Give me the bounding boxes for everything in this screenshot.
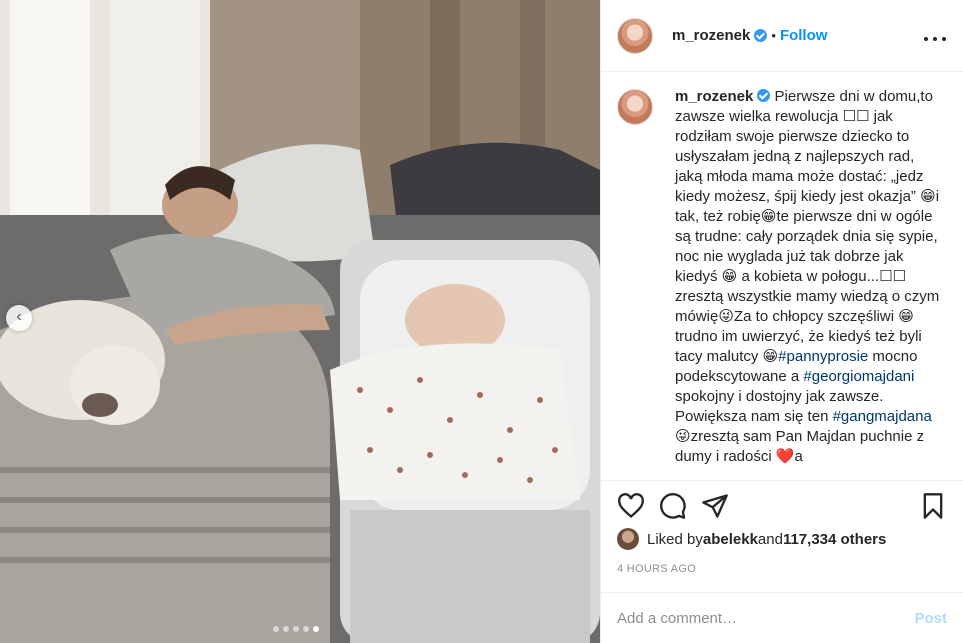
carousel-dot-active — [313, 626, 319, 632]
post-comment-button[interactable]: Post — [914, 610, 947, 627]
post-timestamp[interactable]: 4 HOURS AGO — [617, 563, 696, 575]
avatar[interactable] — [617, 17, 653, 54]
avatar[interactable] — [617, 89, 653, 125]
chevron-left-icon: ‹ — [16, 308, 22, 325]
comment-input[interactable] — [617, 609, 915, 627]
caption-scroll-area[interactable]: m_rozenek Pierwsze dni w domu,to zawsze … — [601, 73, 963, 480]
more-options-icon[interactable] — [923, 26, 947, 46]
verified-badge-icon — [754, 29, 768, 42]
carousel-dot — [293, 626, 299, 632]
post-header: m_rozenek • Follow — [601, 0, 963, 72]
hashtag-link[interactable]: #gangmajdana — [833, 408, 932, 425]
hashtag-link[interactable]: #georgiomajdani — [803, 368, 914, 385]
caption-body: Pierwsze dni w domu,to zawsze wielka rew… — [675, 88, 940, 365]
comment-icon[interactable] — [659, 492, 687, 520]
comment-form: Post — [601, 592, 963, 643]
follow-button[interactable]: Follow — [780, 27, 828, 44]
likes-prefix: Liked by — [647, 530, 703, 548]
carousel-dots — [273, 626, 319, 632]
bookmark-icon[interactable] — [919, 492, 947, 520]
carousel-dot — [273, 626, 279, 632]
likes-count-link[interactable]: 117,334 others — [783, 531, 886, 548]
carousel-prev-button[interactable]: ‹ — [6, 305, 32, 331]
verified-badge-icon — [757, 89, 771, 102]
post-side-panel: m_rozenek • Follow m_rozenek Pierwsze dn… — [600, 0, 963, 643]
liker-username-link[interactable]: abelekk — [703, 531, 758, 548]
hashtag-link[interactable]: #pannyprosie — [778, 348, 868, 365]
liker-avatar[interactable] — [617, 528, 639, 550]
post-photo[interactable]: ‹ — [0, 0, 600, 643]
carousel-dot — [283, 626, 289, 632]
separator-bullet: • — [771, 28, 776, 43]
caption-body: 😜zresztą sam Pan Majdan puchnie z dumy i… — [675, 428, 925, 465]
action-bar — [601, 480, 963, 530]
carousel-dot — [303, 626, 309, 632]
likes-summary: Liked by abelekk and 117,334 others — [617, 528, 886, 550]
share-icon[interactable] — [701, 492, 729, 520]
likes-middle: and — [757, 530, 783, 548]
photo-illustration — [0, 0, 600, 643]
caption-username-link[interactable]: m_rozenek — [675, 88, 753, 105]
username-link[interactable]: m_rozenek — [672, 27, 750, 44]
caption: m_rozenek Pierwsze dni w domu,to zawsze … — [617, 87, 947, 467]
heart-icon[interactable] — [617, 492, 645, 520]
caption-text: m_rozenek Pierwsze dni w domu,to zawsze … — [675, 87, 945, 467]
